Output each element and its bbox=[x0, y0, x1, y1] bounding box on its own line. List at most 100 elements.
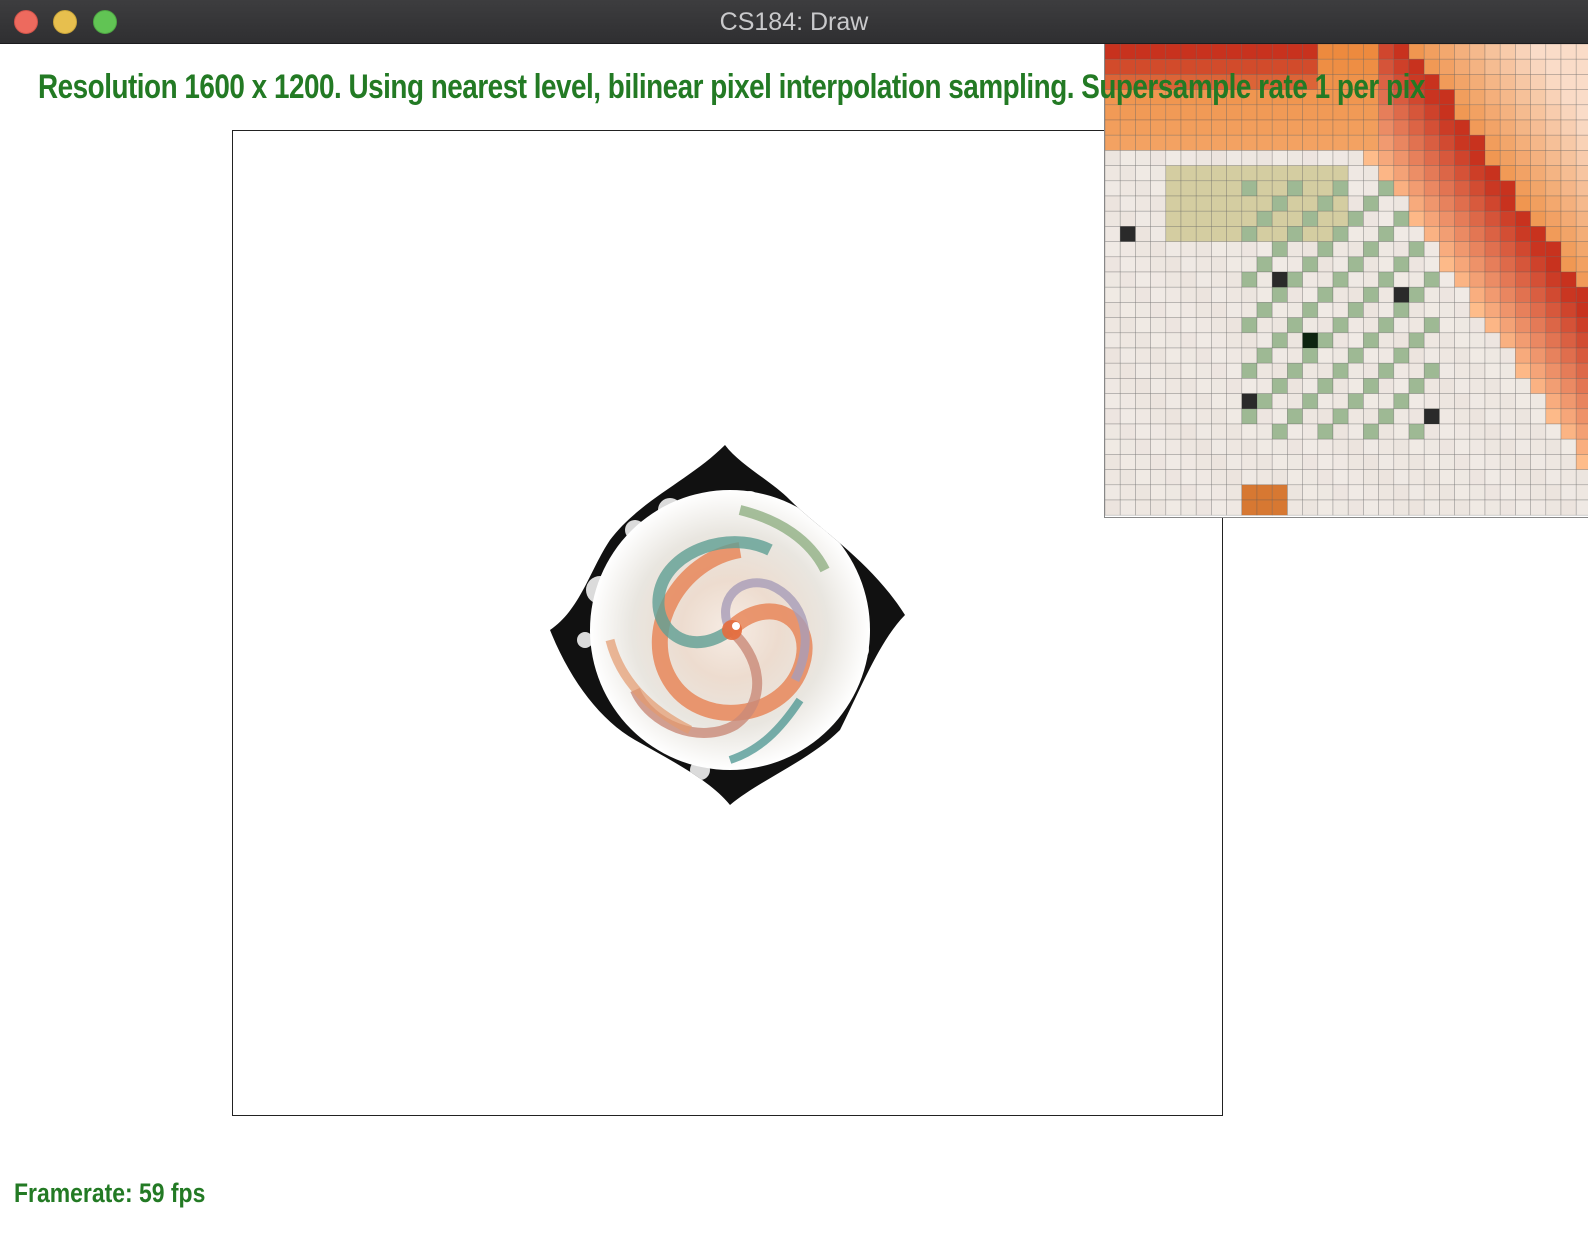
zoom-pixel-cell bbox=[1469, 241, 1486, 258]
zoom-pixel-cell bbox=[1165, 134, 1182, 151]
zoom-pixel-cell bbox=[1302, 256, 1319, 273]
zoom-pixel-cell bbox=[1105, 44, 1121, 60]
zoom-pixel-cell bbox=[1560, 332, 1577, 349]
zoom-pixel-cell bbox=[1180, 484, 1197, 501]
zoom-pixel-cell bbox=[1287, 271, 1303, 288]
zoom-pixel-cell bbox=[1378, 423, 1395, 440]
zoom-pixel-cell bbox=[1105, 256, 1121, 273]
zoom-pixel-cell bbox=[1408, 119, 1425, 136]
zoom-pixel-cell bbox=[1560, 317, 1577, 334]
zoom-pixel-cell bbox=[1226, 241, 1243, 258]
zoom-pixel-cell bbox=[1226, 119, 1243, 136]
zoom-pixel-cell bbox=[1271, 454, 1288, 470]
zoom-pixel-cell bbox=[1119, 104, 1136, 121]
title-bar[interactable]: CS184: Draw bbox=[0, 0, 1588, 44]
zoom-pixel-cell bbox=[1119, 317, 1136, 334]
zoom-pixel-cell bbox=[1393, 150, 1410, 166]
zoom-pixel-cell bbox=[1499, 408, 1516, 425]
zoom-pixel-cell bbox=[1135, 286, 1151, 303]
zoom-pixel-cell bbox=[1530, 195, 1547, 212]
zoom-pixel-cell bbox=[1454, 408, 1471, 425]
zoom-pixel-cell bbox=[1363, 286, 1379, 303]
zoom-pixel-cell bbox=[1469, 408, 1486, 425]
zoom-pixel-cell bbox=[1469, 317, 1486, 334]
zoom-pixel-cell bbox=[1195, 226, 1212, 242]
zoom-pixel-cell bbox=[1302, 134, 1319, 151]
zoom-pixel-cell bbox=[1347, 454, 1364, 470]
zoom-pixel-cell bbox=[1105, 454, 1121, 470]
zoom-pixel-cell bbox=[1393, 134, 1410, 151]
zoom-pixel-cell bbox=[1195, 150, 1212, 166]
zoom-pixel-cell bbox=[1378, 454, 1395, 470]
zoom-pixel-cell bbox=[1560, 484, 1577, 501]
zoom-pixel-cell bbox=[1347, 180, 1364, 197]
zoom-pixel-cell bbox=[1180, 104, 1197, 121]
zoom-pixel-cell bbox=[1439, 484, 1455, 501]
zoom-pixel-cell bbox=[1180, 499, 1197, 516]
zoom-pixel-cell bbox=[1211, 104, 1227, 121]
zoom-pixel-cell bbox=[1454, 180, 1471, 197]
status-text: Resolution 1600 x 1200. Using nearest le… bbox=[38, 68, 1425, 106]
zoom-pixel-cell bbox=[1302, 332, 1318, 348]
zoom-pixel-cell bbox=[1515, 134, 1531, 151]
zoom-pixel-cell bbox=[1195, 484, 1212, 501]
zoom-inspector-panel bbox=[1104, 44, 1588, 518]
zoom-pixel-cell bbox=[1241, 104, 1258, 121]
zoom-pixel-cell bbox=[1484, 393, 1501, 410]
zoom-pixel-cell bbox=[1499, 44, 1516, 60]
zoom-pixel-cell bbox=[1317, 317, 1334, 334]
zoom-pixel-cell bbox=[1408, 210, 1425, 227]
zoom-pixel-cell bbox=[1135, 302, 1151, 318]
zoom-pixel-cell bbox=[1484, 150, 1501, 166]
zoom-pixel-cell bbox=[1469, 332, 1486, 349]
zoom-pixel-cell bbox=[1439, 499, 1455, 516]
zoom-pixel-cell bbox=[1408, 347, 1425, 364]
zoom-pixel-cell bbox=[1393, 195, 1410, 212]
zoom-pixel-cell bbox=[1287, 226, 1303, 242]
zoom-pixel-cell bbox=[1271, 134, 1288, 151]
zoom-pixel-cell bbox=[1135, 378, 1151, 394]
zoom-pixel-cell bbox=[1530, 89, 1547, 106]
zoom-pixel-cell bbox=[1378, 165, 1395, 182]
zoom-pixel-cell bbox=[1256, 423, 1273, 440]
zoom-pixel-cell bbox=[1241, 423, 1258, 440]
zoom-pixel-cell bbox=[1150, 256, 1167, 273]
zoom-pixel-cell bbox=[1165, 378, 1182, 394]
zoom-pixel-cell bbox=[1211, 393, 1227, 410]
zoom-pixel-cell bbox=[1363, 104, 1379, 121]
zoom-pixel-cell bbox=[1287, 408, 1303, 425]
zoom-pixel-cell bbox=[1530, 499, 1547, 516]
zoom-pixel-cell bbox=[1515, 408, 1531, 425]
zoom-pixel-cell bbox=[1575, 119, 1588, 136]
zoom-pixel-cell bbox=[1211, 226, 1227, 242]
zoom-pixel-cell bbox=[1423, 150, 1440, 166]
zoom-pixel-cell bbox=[1469, 286, 1486, 303]
zoom-pixel-cell bbox=[1226, 226, 1243, 242]
zoom-pixel-cell bbox=[1165, 150, 1182, 166]
zoom-pixel-cell bbox=[1256, 332, 1273, 349]
zoom-pixel-cell bbox=[1256, 256, 1273, 273]
zoom-pixel-cell bbox=[1408, 362, 1425, 379]
zoom-pixel-cell bbox=[1119, 256, 1136, 273]
zoom-pixel-cell bbox=[1241, 119, 1258, 136]
zoom-pixel-cell bbox=[1241, 438, 1258, 455]
zoom-pixel-cell bbox=[1545, 271, 1562, 288]
zoom-pixel-cell bbox=[1560, 286, 1577, 303]
zoom-pixel-cell bbox=[1150, 119, 1167, 136]
zoom-pixel-cell bbox=[1560, 89, 1577, 106]
zoom-pixel-cell bbox=[1302, 347, 1319, 364]
zoom-pixel-cell bbox=[1180, 226, 1197, 242]
zoom-pixel-cell bbox=[1515, 195, 1531, 212]
zoom-pixel-cell bbox=[1150, 165, 1167, 182]
zoom-pixel-cell bbox=[1119, 499, 1136, 516]
zoom-pixel-cell bbox=[1195, 241, 1212, 258]
zoom-pixel-cell bbox=[1393, 469, 1410, 486]
zoom-pixel-cell bbox=[1317, 347, 1334, 364]
zoom-pixel-cell bbox=[1302, 119, 1319, 136]
zoom-pixel-cell bbox=[1302, 438, 1319, 455]
zoom-pixel-cell bbox=[1454, 499, 1471, 516]
zoom-pixel-cell bbox=[1150, 378, 1167, 394]
zoom-pixel-cell bbox=[1165, 484, 1182, 501]
zoom-pixel-cell bbox=[1241, 180, 1258, 197]
zoom-pixel-cell bbox=[1302, 195, 1319, 212]
